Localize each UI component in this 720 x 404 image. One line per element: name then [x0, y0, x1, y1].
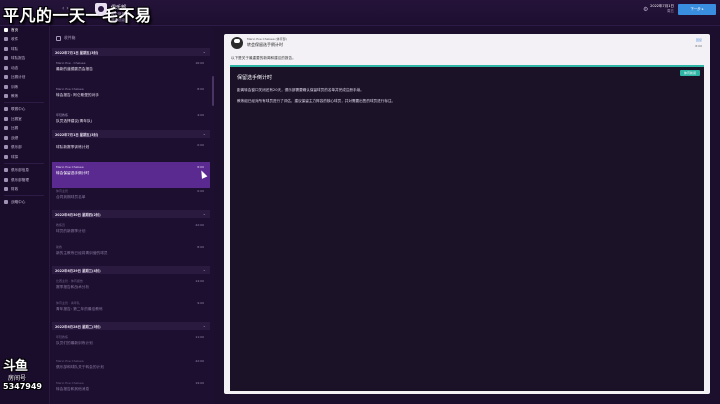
sidebar-item-matches[interactable]: 比赛 [4, 124, 18, 132]
squad-icon [4, 47, 8, 51]
staff-icon [4, 94, 8, 98]
streamer-room-label: 房间号 [8, 375, 27, 382]
sidebar-item-squad-report[interactable]: 球队报告 [4, 54, 25, 62]
sidebar-divider [4, 163, 44, 164]
inbox-icon [56, 35, 61, 41]
message-detail: Mario Poe Chelsea (体育部) 转会保留选手倒计时 回复 8:0… [224, 34, 710, 394]
club-crest-icon[interactable] [95, 3, 107, 16]
history-nav-buttons[interactable]: ‹ › [62, 5, 69, 12]
sidebar-item-inbox[interactable]: 收件 [4, 35, 18, 43]
inbox-message[interactable]: 助教 8:00 新的主教练已经将青训营的球员 [52, 242, 210, 268]
sidebar-item-match-room[interactable]: 比赛室 [4, 115, 22, 123]
sidebar: 首页 收件 球队 球队报告 动态 比赛计划 训练 教练 联赛中心 比赛室 比赛 … [0, 26, 50, 404]
sidebar-item-club-management[interactable]: 俱乐部管理 [4, 176, 29, 184]
sidebar-item-scouting[interactable]: 球探 [4, 153, 18, 161]
finance-icon [4, 187, 8, 191]
calendar-icon [4, 126, 8, 130]
training-icon [4, 85, 8, 89]
sidebar-item-match-plan[interactable]: 比赛计划 [4, 73, 25, 81]
home-icon [4, 28, 8, 32]
dynamics-icon [4, 66, 8, 70]
news-title: 保留选手倒计时 [237, 75, 273, 81]
game-date: 2022年7月1日 周五 [650, 4, 674, 14]
club-league: 澳洲超级 [111, 18, 125, 22]
message-time: 8:00 [695, 44, 702, 48]
sender-avatar[interactable] [231, 37, 243, 49]
tactics-icon [4, 75, 8, 79]
chevron-down-icon[interactable]: ⌄ [203, 211, 206, 216]
top-bar: 平凡的一天一毛不易 ‹ › 俱乐部 阿仑斯堡 澳洲超级 ⚙ 2022年7月1日 … [0, 0, 720, 26]
news-card: 体育新闻 保留选手倒计时 距离转会窗口关闭还有20天，俱乐部需要确认保留球员的名… [230, 65, 704, 391]
record-icon [4, 136, 8, 140]
reply-link[interactable]: 回复 [696, 38, 702, 42]
sidebar-item-strategy[interactable]: 战略中心 [4, 198, 25, 206]
inbox-group-header[interactable]: 2022年6月29日 星期三(4封) ⌄ [52, 266, 210, 274]
sidebar-item-dynamics[interactable]: 动态 [4, 64, 18, 72]
streamer-logo-text: 斗鱼 [3, 359, 28, 374]
inbox-group-header[interactable]: 2022年6月30日 星期四(2封) ⌄ [52, 210, 210, 218]
chevron-down-icon[interactable]: ⌄ [203, 131, 206, 136]
inbox-message-selected[interactable]: Mario Poe Chelsea 8:00 转会保留选手倒计时 [52, 162, 210, 188]
streamer-room-number: 5347949 [3, 382, 42, 391]
inbox-message[interactable]: 体育主管 · 青年队 9:00 青年报告: 第二年的最佳教练 [52, 298, 210, 324]
trophy-icon [4, 107, 8, 111]
settings-icon[interactable]: ⚙ [643, 6, 648, 13]
inbox-message[interactable]: 年轻教练 11:00 队员们的最新训练计划 [52, 332, 210, 358]
club-icon [4, 145, 8, 149]
sidebar-divider [4, 102, 44, 103]
chevron-down-icon[interactable]: ⌄ [203, 323, 206, 328]
stream-overlay-title: 平凡的一天一毛不易 [3, 6, 152, 25]
chevron-down-icon[interactable]: ⌄ [203, 49, 206, 54]
continue-button[interactable]: 下一步 ▸ [678, 4, 716, 15]
inbox-message[interactable]: 体育主管 0:00 合同到期球员名单 [52, 186, 210, 212]
chevron-down-icon[interactable]: ⌄ [203, 267, 206, 272]
message-header: Mario Poe Chelsea (体育部) 转会保留选手倒计时 回复 8:0… [224, 34, 710, 52]
inbox-message[interactable]: Mario Poe · Chelsea 16:00 最新的道德委员会报告 [52, 58, 210, 84]
news-badge: 体育新闻 [679, 70, 700, 76]
sidebar-item-staff[interactable]: 教练 [4, 92, 18, 100]
inbox-icon [4, 37, 8, 41]
room-icon [4, 117, 8, 121]
inbox-message[interactable]: Mario Poe Chelsea 19:00 转会报告和其他消息 [52, 378, 210, 404]
message-sender[interactable]: Mario Poe Chelsea (体育部) [247, 37, 287, 41]
strategy-icon [4, 200, 8, 204]
message-intro: 以下是关于最重要的新闻和建议的报告。 [231, 56, 296, 60]
inbox-header: 收件箱 [56, 35, 75, 41]
sidebar-item-training[interactable]: 训练 [4, 83, 18, 91]
news-paragraph: 教练组已经对所有球员进行了评估，建议保留主力阵容的核心球员，并对需要出售的球员进… [237, 99, 396, 103]
sidebar-item-club-info[interactable]: 俱乐部信息 [4, 166, 29, 174]
management-icon [4, 178, 8, 182]
info-icon [4, 168, 8, 172]
report-icon [4, 56, 8, 60]
message-subject: 转会保留选手倒计时 [247, 42, 283, 47]
game-date-line2: 周五 [667, 9, 674, 13]
scout-icon [4, 155, 8, 159]
inbox-scrollbar[interactable] [212, 76, 214, 106]
sidebar-item-squad[interactable]: 球队 [4, 45, 18, 53]
club-stadium: 阿仑斯堡 [111, 12, 125, 16]
sidebar-item-club[interactable]: 俱乐部 [4, 143, 22, 151]
inbox-list: 收件箱 2022年7月1日 星期五(3封) ⌄ Mario Poe · Chels… [52, 26, 214, 404]
news-paragraph: 距离转会窗口关闭还有20天，俱乐部需要确认保留球员的名单并完成注册手续。 [237, 88, 364, 92]
club-name[interactable]: 俱乐部 [111, 4, 126, 11]
inbox-group-header[interactable]: 2022年7月1日 星期五(3封) ⌄ [52, 130, 210, 138]
sidebar-item-record[interactable]: 战绩 [4, 134, 18, 142]
sidebar-divider [4, 195, 44, 196]
inbox-group-header[interactable]: 2022年7月1日 星期五(3封) ⌄ [52, 48, 210, 56]
sidebar-item-home[interactable]: 首页 [4, 26, 18, 34]
sidebar-item-league[interactable]: 联赛中心 [4, 105, 25, 113]
streamer-watermark: 斗鱼 房间号 5347949 [0, 355, 50, 393]
inbox-message[interactable]: Mario Poe Chelsea 8:00 转会报告: 阿仑斯堡的对手 [52, 84, 210, 110]
sidebar-item-finances[interactable]: 财政 [4, 185, 18, 193]
inbox-group-header[interactable]: 2022年6月28日 星期二(5封) ⌄ [52, 322, 210, 330]
